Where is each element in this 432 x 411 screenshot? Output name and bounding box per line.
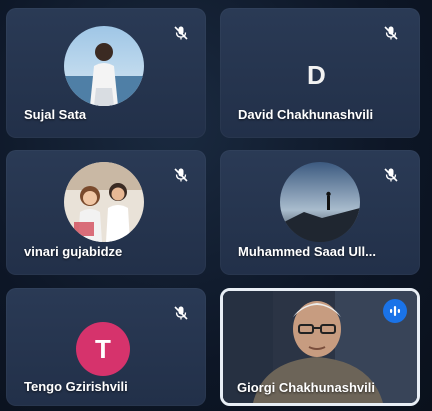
audio-level-icon: [383, 299, 407, 323]
participant-avatar-photo: [280, 162, 360, 242]
participant-tile-vinari-gujabidze[interactable]: vinari gujabidze: [6, 150, 206, 275]
mic-off-icon: [170, 164, 192, 186]
participant-name: Tengo Gzirishvili: [24, 379, 128, 394]
meeting-grid: Sujal Sata D David Chakhunashvili vinari…: [0, 0, 432, 411]
participant-name: vinari gujabidze: [24, 244, 123, 259]
mic-off-icon: [170, 302, 192, 324]
participant-tile-david-chakhunashvili[interactable]: D David Chakhunashvili: [220, 8, 420, 138]
participant-name: Muhammed Saad Ull...: [238, 244, 376, 259]
mic-off-icon: [380, 164, 402, 186]
participant-name: David Chakhunashvili: [238, 107, 374, 122]
participant-avatar-photo: [64, 162, 144, 242]
participant-letter-avatar: D: [307, 60, 326, 90]
mic-off-icon: [170, 22, 192, 44]
participant-letter-avatar: T: [76, 322, 130, 376]
participant-tile-sujal-sata[interactable]: Sujal Sata: [6, 8, 206, 138]
participant-avatar-photo: [64, 26, 144, 106]
participant-tile-muhammed-saad[interactable]: Muhammed Saad Ull...: [220, 150, 420, 275]
participant-name: Sujal Sata: [24, 107, 87, 122]
participant-name: Giorgi Chakhunashvili: [237, 380, 375, 395]
participant-tile-giorgi-chakhunashvili[interactable]: Giorgi Chakhunashvili: [220, 288, 420, 406]
participant-tile-tengo-gzirishvili[interactable]: T Tengo Gzirishvili: [6, 288, 206, 406]
mic-off-icon: [380, 22, 402, 44]
